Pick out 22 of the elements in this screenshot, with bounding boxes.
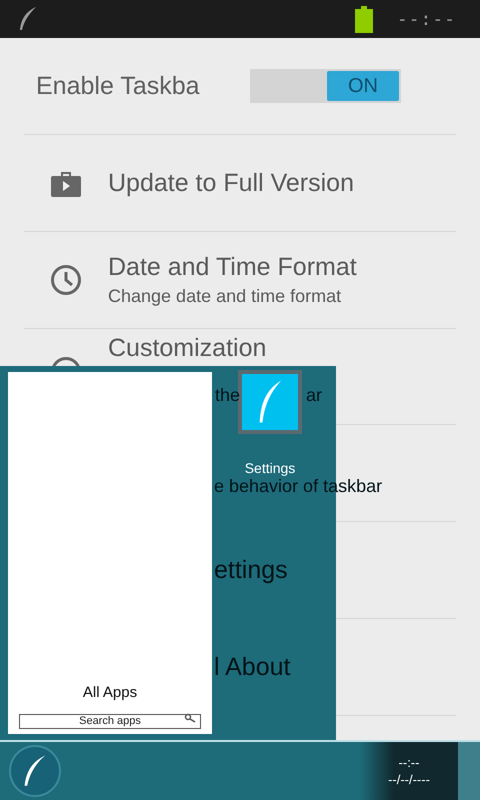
search-icon <box>184 713 196 723</box>
setting-label: Enable Taskba <box>36 72 201 100</box>
search-field[interactable]: Search apps <box>19 714 201 728</box>
setting-title[interactable]: ettings <box>214 556 288 584</box>
setting-title[interactable]: Update to Full Version <box>108 168 354 198</box>
setting-title[interactable]: Customization <box>108 334 322 363</box>
setting-title[interactable]: Date and Time Format <box>108 253 357 282</box>
toggle-switch[interactable]: ON <box>250 69 401 103</box>
setting-description: ar <box>306 385 322 406</box>
app-label[interactable]: Settings <box>244 460 296 476</box>
clock-text: --:-- <box>396 8 456 30</box>
clock-panel[interactable]: --:-- --/--/---- <box>360 742 458 800</box>
setting-title[interactable]: l About <box>214 652 290 682</box>
start-button[interactable] <box>9 745 61 797</box>
all-apps-label[interactable]: All Apps <box>82 684 138 701</box>
clock-icon <box>50 264 82 296</box>
feather-icon[interactable] <box>238 370 302 434</box>
feather-icon <box>18 6 38 32</box>
clock-time: --:-- <box>398 755 420 770</box>
clock-date: --/--/---- <box>388 772 430 787</box>
battery-icon <box>354 6 373 32</box>
setting-description: Change date and time format <box>108 286 342 307</box>
